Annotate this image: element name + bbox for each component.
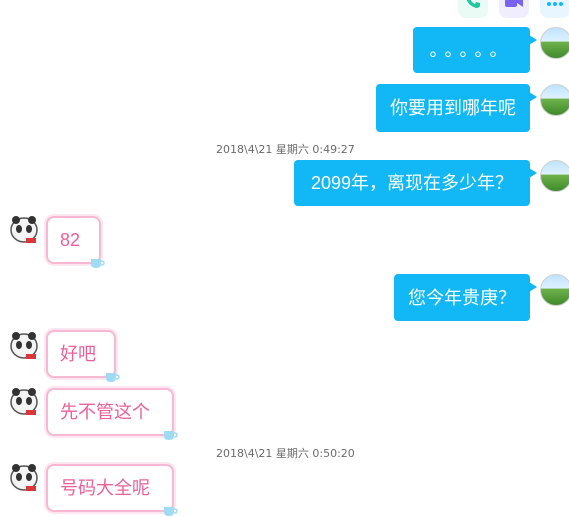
my-avatar[interactable]: [540, 84, 569, 116]
panda-avatar-icon: [10, 216, 38, 243]
panda-avatar-icon: [10, 388, 38, 415]
message-text: 先不管这个: [60, 402, 150, 422]
teacup-decoration-icon: [91, 259, 105, 268]
phone-call-button[interactable]: [458, 0, 488, 18]
more-options-button[interactable]: [540, 0, 569, 18]
contact-message-bubble[interactable]: 82: [46, 216, 105, 268]
more-icon: [546, 0, 564, 12]
my-avatar[interactable]: [540, 274, 569, 306]
my-message-bubble[interactable]: 你要用到哪年呢: [376, 84, 537, 132]
contact-avatar[interactable]: [8, 214, 42, 248]
contact-message-bubble[interactable]: 好吧: [46, 330, 120, 382]
message-timestamp: 2018\4\21 星期六 0:49:27: [216, 143, 355, 156]
panda-avatar-icon: [10, 332, 38, 359]
message-text: 你要用到哪年呢: [390, 98, 516, 118]
contact-avatar[interactable]: [8, 462, 42, 496]
contact-avatar[interactable]: [8, 386, 42, 420]
message-timestamp: 2018\4\21 星期六 0:50:20: [216, 447, 355, 460]
message-text: 好吧: [60, 344, 96, 364]
video-call-icon: [504, 0, 524, 14]
my-avatar[interactable]: [540, 160, 569, 192]
message-text: 。。。。。: [429, 40, 514, 60]
contact-message-bubble[interactable]: 号码大全呢: [46, 464, 178, 516]
message-text: 您今年贵庚？: [408, 287, 516, 308]
teacup-decoration-icon: [164, 431, 178, 440]
panda-avatar-icon: [10, 464, 38, 491]
contact-avatar[interactable]: [8, 330, 42, 364]
message-text: 号码大全呢: [60, 478, 150, 498]
message-text: 82: [60, 230, 81, 250]
my-message-bubble[interactable]: 您今年贵庚？: [394, 274, 537, 321]
teacup-decoration-icon: [164, 507, 178, 516]
my-message-bubble[interactable]: 。。。。。: [413, 27, 537, 73]
contact-message-bubble[interactable]: 先不管这个: [46, 388, 178, 440]
my-message-bubble[interactable]: 2099年，离现在多少年？: [294, 160, 537, 206]
my-avatar[interactable]: [540, 27, 569, 59]
phone-icon: [464, 0, 482, 15]
teacup-decoration-icon: [106, 373, 120, 382]
video-call-button[interactable]: [499, 0, 529, 18]
message-text: 2099年，离现在多少年？: [310, 173, 514, 193]
